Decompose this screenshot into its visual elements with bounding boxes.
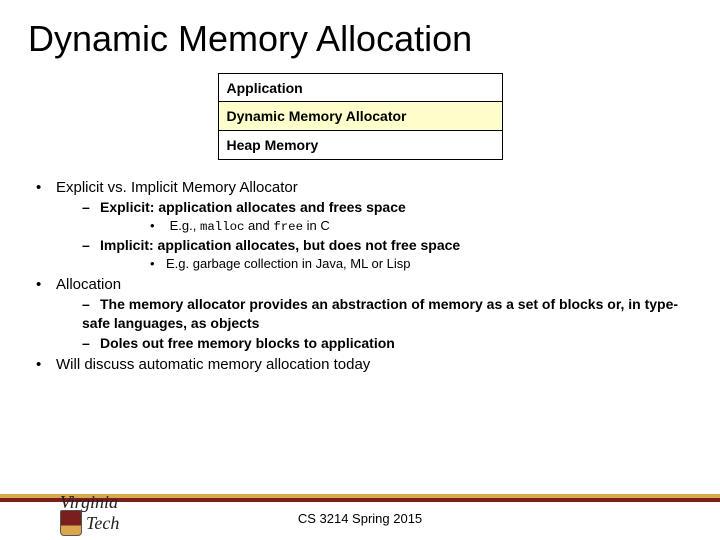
bullet-level2: The memory allocator provides an abstrac… bbox=[82, 295, 692, 333]
bullet-level3: E.g. garbage collection in Java, ML or L… bbox=[150, 255, 692, 273]
bullet-level2: Implicit: application allocates, but doe… bbox=[82, 236, 692, 272]
memory-stack-diagram: Application Dynamic Memory Allocator Hea… bbox=[218, 73, 503, 160]
bullet-level1: Will discuss automatic memory allocation… bbox=[40, 355, 692, 375]
stack-row-heap: Heap Memory bbox=[218, 130, 503, 160]
bullet-level1: Explicit vs. Implicit Memory Allocator E… bbox=[40, 178, 692, 273]
bullet-level2: Doles out free memory blocks to applicat… bbox=[82, 334, 692, 353]
footer-course-label: CS 3214 Spring 2015 bbox=[0, 511, 720, 526]
slide-title: Dynamic Memory Allocation bbox=[28, 18, 692, 60]
bullet-level3: E.g., malloc and free in C bbox=[150, 217, 692, 236]
stack-row-allocator: Dynamic Memory Allocator bbox=[218, 101, 503, 131]
logo-text-line1: Virginia bbox=[60, 494, 119, 510]
bullet-level2: Explicit: application allocates and free… bbox=[82, 198, 692, 236]
bullet-level1: Allocation The memory allocator provides… bbox=[40, 275, 692, 353]
slide-body: Explicit vs. Implicit Memory Allocator E… bbox=[28, 178, 692, 375]
stack-row-application: Application bbox=[218, 73, 503, 103]
